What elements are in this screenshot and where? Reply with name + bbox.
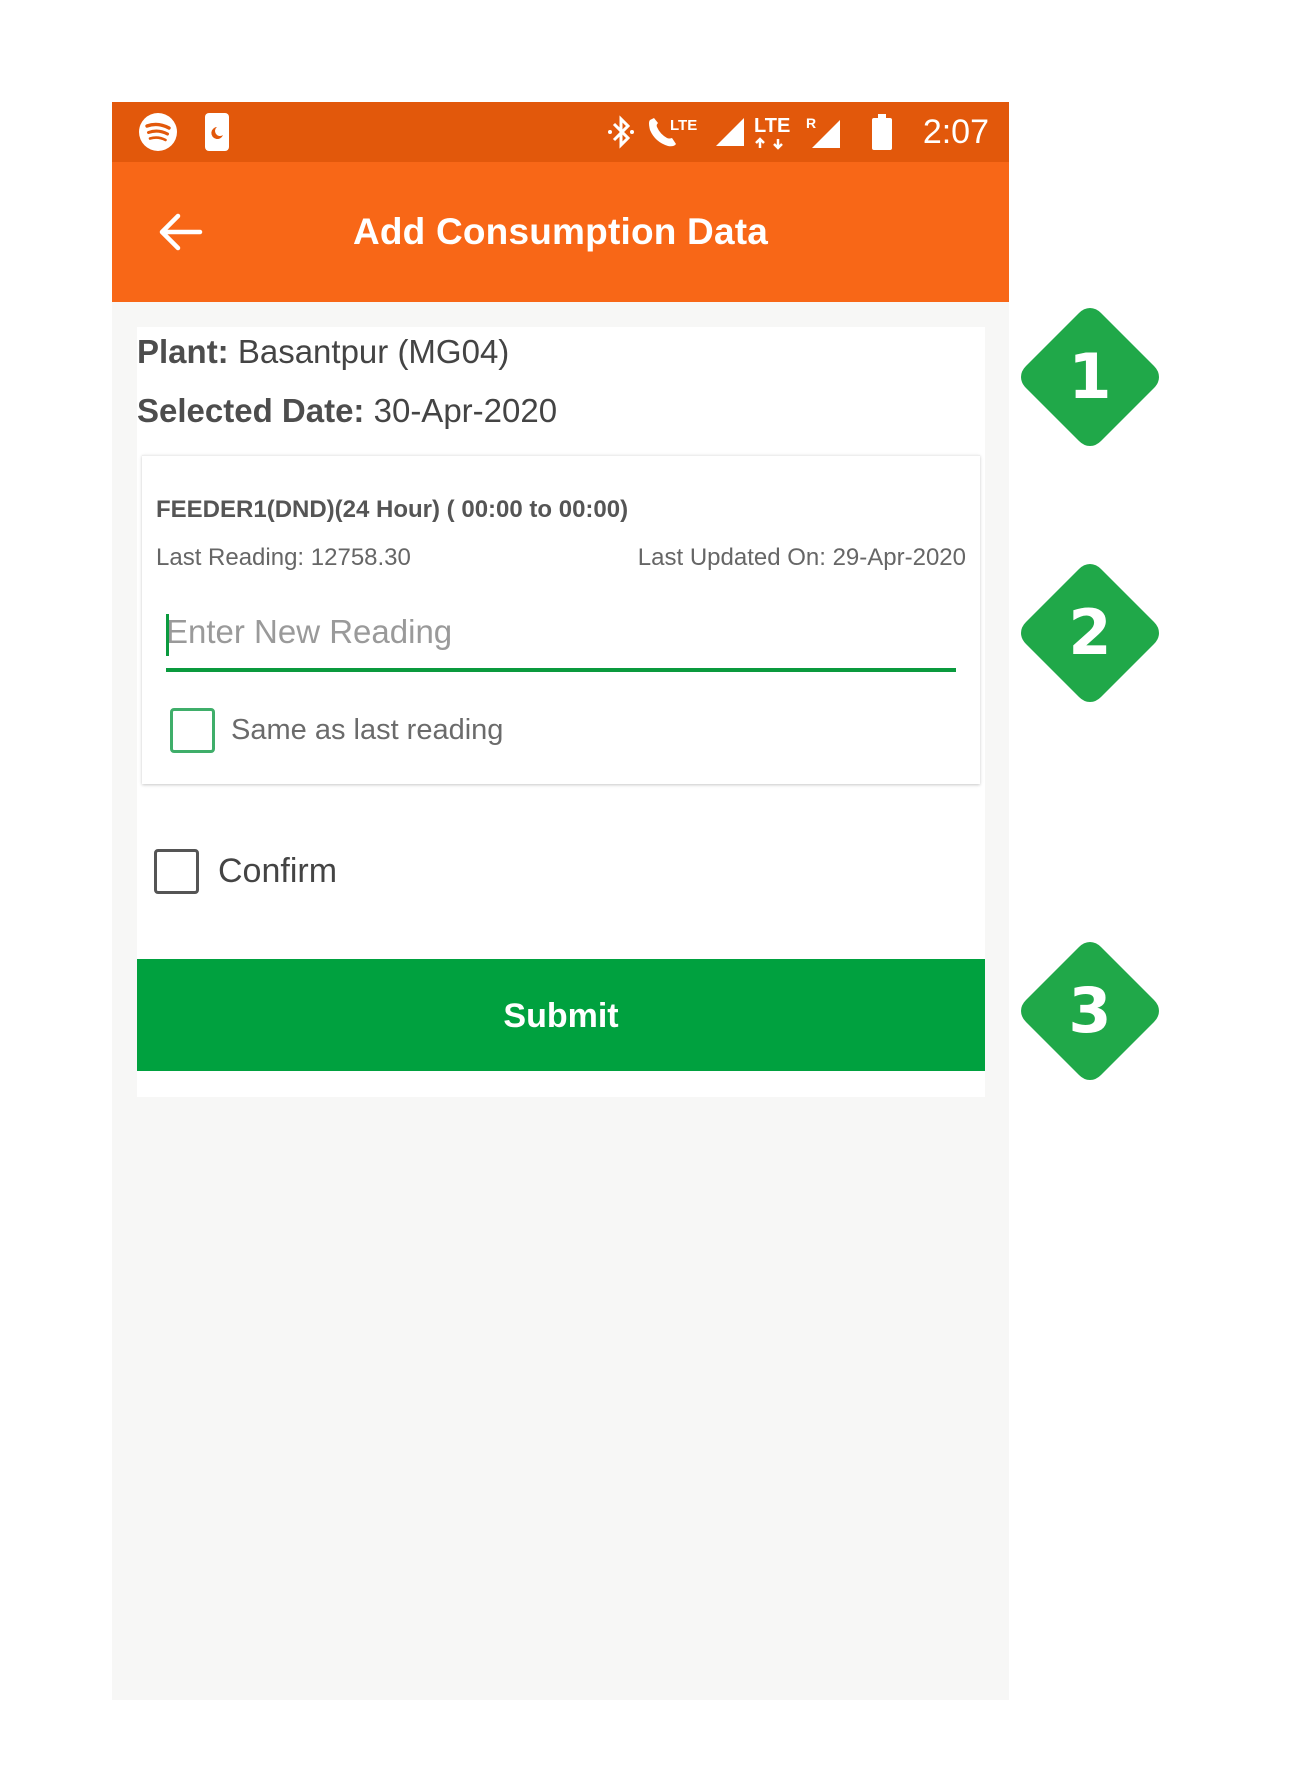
feeder-card: FEEDER1(DND)(24 Hour) ( 00:00 to 00:00) … [142,455,980,784]
confirm-row[interactable]: Confirm [154,849,337,894]
phone-screen: LTE LTE R 2:07 Add Consumption Data Plan… [112,102,1009,1700]
reading-input-wrap [166,606,956,662]
battery-icon [870,112,894,152]
text-cursor [166,614,169,656]
date-label: Selected Date: [137,392,365,429]
moon-icon [204,112,230,152]
plant-line: Plant: Basantpur (MG04) [137,333,509,371]
bluetooth-icon [606,112,636,152]
roaming-signal-icon: R [804,112,844,152]
last-reading: Last Reading: 12758.30 [156,544,411,571]
plant-label: Plant: [137,333,229,370]
svg-text:LTE: LTE [754,115,790,137]
submit-button[interactable]: Submit [137,959,985,1071]
date-value: 30-Apr-2020 [373,392,558,429]
same-as-last-row[interactable]: Same as last reading [170,708,503,753]
last-updated: Last Updated On: 29-Apr-2020 [637,544,966,571]
signal-icon [714,112,746,152]
same-as-last-checkbox[interactable] [170,708,215,753]
callout-1-number: 1 [1068,340,1112,413]
svg-text:LTE: LTE [670,117,697,134]
callout-2-number: 2 [1068,596,1112,669]
same-as-last-label: Same as last reading [231,714,504,746]
plant-value: Basantpur (MG04) [237,333,510,370]
page-title: Add Consumption Data [352,211,769,252]
callout-3-number: 3 [1068,974,1112,1047]
new-reading-input[interactable] [166,606,956,658]
callout-1: 1 [1015,302,1165,452]
svg-text:R: R [806,115,816,131]
status-bar: LTE LTE R 2:07 [112,102,1009,162]
spotify-icon [138,112,178,152]
confirm-checkbox[interactable] [154,849,199,894]
app-toolbar: Add Consumption Data [112,162,1009,302]
input-underline [166,668,956,672]
confirm-label: Confirm [218,852,338,890]
volte-call-icon: LTE [644,112,702,152]
date-line: Selected Date: 30-Apr-2020 [137,392,557,430]
callout-3: 3 [1015,936,1165,1086]
callout-2: 2 [1015,558,1165,708]
form-content: Plant: Basantpur (MG04) Selected Date: 3… [137,327,985,1097]
feeder-name: FEEDER1(DND)(24 Hour) ( 00:00 to 00:00) [156,496,629,523]
status-time: 2:07 [922,113,989,151]
lte-icon: LTE [752,112,796,152]
